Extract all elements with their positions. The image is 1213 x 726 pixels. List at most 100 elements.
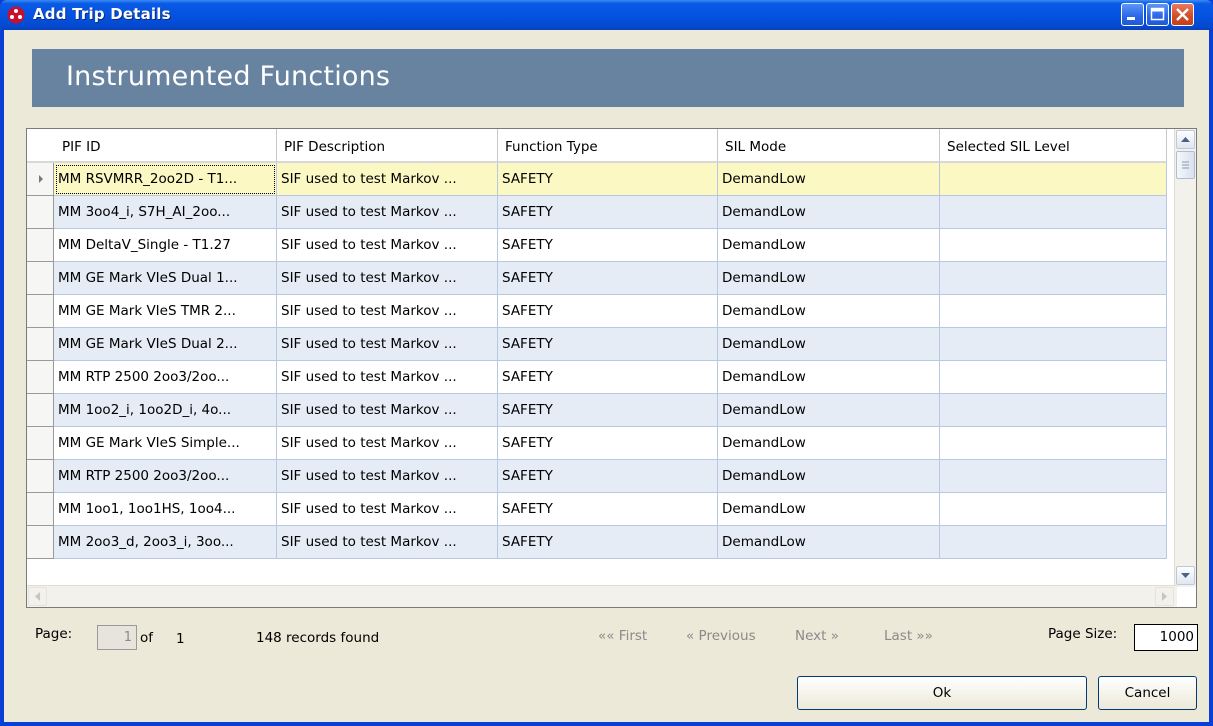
cell-pif-id[interactable]: MM RTP 2500 2oo3/2oo... bbox=[54, 460, 277, 493]
table-row[interactable]: MM GE Mark VIeS Dual 1... SIF used to te… bbox=[27, 262, 1167, 295]
cell-selected-sil-level[interactable] bbox=[940, 328, 1167, 361]
cell-function-type[interactable]: SAFETY bbox=[498, 163, 718, 196]
row-selector[interactable] bbox=[27, 493, 54, 526]
cell-pif-description[interactable]: SIF used to test Markov ... bbox=[277, 295, 498, 328]
cell-function-type[interactable]: SAFETY bbox=[498, 361, 718, 394]
scroll-down-button[interactable] bbox=[1176, 566, 1195, 585]
minimize-button[interactable] bbox=[1121, 3, 1144, 26]
maximize-button[interactable] bbox=[1146, 3, 1169, 26]
cell-function-type[interactable]: SAFETY bbox=[498, 295, 718, 328]
cell-sil-mode[interactable]: DemandLow bbox=[718, 295, 940, 328]
cancel-button[interactable]: Cancel bbox=[1098, 676, 1197, 710]
row-selector[interactable] bbox=[27, 427, 54, 460]
table-row[interactable]: MM 1oo1, 1oo1HS, 1oo4... SIF used to tes… bbox=[27, 493, 1167, 526]
column-header-sil-mode[interactable]: SIL Mode bbox=[718, 129, 940, 163]
cell-function-type[interactable]: SAFETY bbox=[498, 262, 718, 295]
cell-pif-description[interactable]: SIF used to test Markov ... bbox=[277, 163, 498, 196]
row-selector[interactable] bbox=[27, 262, 54, 295]
column-header-function-type[interactable]: Function Type bbox=[498, 129, 718, 163]
cell-function-type[interactable]: SAFETY bbox=[498, 394, 718, 427]
cell-sil-mode[interactable]: DemandLow bbox=[718, 460, 940, 493]
cell-function-type[interactable]: SAFETY bbox=[498, 328, 718, 361]
cell-selected-sil-level[interactable] bbox=[940, 163, 1167, 196]
row-selector[interactable] bbox=[27, 295, 54, 328]
cell-sil-mode[interactable]: DemandLow bbox=[718, 262, 940, 295]
cell-pif-id[interactable]: MM DeltaV_Single - T1.27 bbox=[54, 229, 277, 262]
cell-sil-mode[interactable]: DemandLow bbox=[718, 196, 940, 229]
cell-pif-id[interactable]: MM GE Mark VIeS Simple... bbox=[54, 427, 277, 460]
scroll-right-button[interactable] bbox=[1155, 587, 1174, 606]
row-selector[interactable] bbox=[27, 361, 54, 394]
row-selector[interactable] bbox=[27, 526, 54, 559]
cell-pif-description[interactable]: SIF used to test Markov ... bbox=[277, 196, 498, 229]
row-selector[interactable] bbox=[27, 394, 54, 427]
page-size-input[interactable]: 1000 bbox=[1134, 624, 1198, 651]
cell-pif-id[interactable]: MM GE Mark VIeS Dual 2... bbox=[54, 328, 277, 361]
cell-selected-sil-level[interactable] bbox=[940, 295, 1167, 328]
next-page-link[interactable]: Next » bbox=[795, 628, 839, 644]
cell-pif-id[interactable]: MM GE Mark VIeS Dual 1... bbox=[54, 262, 277, 295]
table-row[interactable]: MM DeltaV_Single - T1.27 SIF used to tes… bbox=[27, 229, 1167, 262]
column-header-pif-description[interactable]: PIF Description bbox=[277, 129, 498, 163]
vertical-scrollbar[interactable] bbox=[1174, 129, 1196, 587]
cell-pif-description[interactable]: SIF used to test Markov ... bbox=[277, 394, 498, 427]
column-header-selected-sil-level[interactable]: Selected SIL Level bbox=[940, 129, 1167, 163]
vertical-scroll-thumb[interactable] bbox=[1176, 151, 1195, 179]
cell-pif-id[interactable]: MM 2oo3_d, 2oo3_i, 3oo... bbox=[54, 526, 277, 559]
cell-sil-mode[interactable]: DemandLow bbox=[718, 229, 940, 262]
cell-pif-description[interactable]: SIF used to test Markov ... bbox=[277, 262, 498, 295]
row-selector[interactable] bbox=[27, 460, 54, 493]
cell-selected-sil-level[interactable] bbox=[940, 460, 1167, 493]
scroll-left-button[interactable] bbox=[28, 587, 47, 606]
row-selector[interactable] bbox=[27, 196, 54, 229]
cell-sil-mode[interactable]: DemandLow bbox=[718, 394, 940, 427]
cell-pif-id[interactable]: MM RTP 2500 2oo3/2oo... bbox=[54, 361, 277, 394]
cell-selected-sil-level[interactable] bbox=[940, 262, 1167, 295]
table-row[interactable]: MM RSVMRR_2oo2D - T1... SIF used to test… bbox=[27, 163, 1167, 196]
page-number-input[interactable]: 1 bbox=[97, 625, 137, 650]
row-selector[interactable] bbox=[27, 163, 54, 196]
cell-function-type[interactable]: SAFETY bbox=[498, 460, 718, 493]
cell-function-type[interactable]: SAFETY bbox=[498, 229, 718, 262]
cell-function-type[interactable]: SAFETY bbox=[498, 196, 718, 229]
previous-page-link[interactable]: « Previous bbox=[686, 628, 756, 644]
cell-selected-sil-level[interactable] bbox=[940, 229, 1167, 262]
cell-sil-mode[interactable]: DemandLow bbox=[718, 361, 940, 394]
last-page-link[interactable]: Last »» bbox=[884, 628, 933, 644]
cell-sil-mode[interactable]: DemandLow bbox=[718, 526, 940, 559]
table-row[interactable]: MM 2oo3_d, 2oo3_i, 3oo... SIF used to te… bbox=[27, 526, 1167, 559]
cell-sil-mode[interactable]: DemandLow bbox=[718, 493, 940, 526]
cell-pif-id[interactable]: MM 3oo4_i, S7H_AI_2oo... bbox=[54, 196, 277, 229]
horizontal-scrollbar[interactable] bbox=[27, 585, 1177, 607]
cell-selected-sil-level[interactable] bbox=[940, 526, 1167, 559]
scroll-up-button[interactable] bbox=[1176, 130, 1195, 149]
ok-button[interactable]: Ok bbox=[797, 676, 1087, 710]
cell-pif-description[interactable]: SIF used to test Markov ... bbox=[277, 328, 498, 361]
table-row[interactable]: MM RTP 2500 2oo3/2oo... SIF used to test… bbox=[27, 361, 1167, 394]
column-header-pif-id[interactable]: PIF ID bbox=[55, 129, 277, 163]
cell-selected-sil-level[interactable] bbox=[940, 361, 1167, 394]
cell-function-type[interactable]: SAFETY bbox=[498, 427, 718, 460]
cell-pif-description[interactable]: SIF used to test Markov ... bbox=[277, 526, 498, 559]
cell-pif-id[interactable]: MM GE Mark VIeS TMR 2... bbox=[54, 295, 277, 328]
cell-function-type[interactable]: SAFETY bbox=[498, 493, 718, 526]
cell-pif-id[interactable]: MM RSVMRR_2oo2D - T1... bbox=[54, 163, 277, 196]
table-row[interactable]: MM 3oo4_i, S7H_AI_2oo... SIF used to tes… bbox=[27, 196, 1167, 229]
first-page-link[interactable]: «« First bbox=[598, 628, 647, 644]
cell-selected-sil-level[interactable] bbox=[940, 394, 1167, 427]
cell-pif-id[interactable]: MM 1oo1, 1oo1HS, 1oo4... bbox=[54, 493, 277, 526]
cell-selected-sil-level[interactable] bbox=[940, 196, 1167, 229]
cell-pif-description[interactable]: SIF used to test Markov ... bbox=[277, 361, 498, 394]
row-selector[interactable] bbox=[27, 328, 54, 361]
table-row[interactable]: MM RTP 2500 2oo3/2oo... SIF used to test… bbox=[27, 460, 1167, 493]
cell-selected-sil-level[interactable] bbox=[940, 427, 1167, 460]
table-row[interactable]: MM 1oo2_i, 1oo2D_i, 4o... SIF used to te… bbox=[27, 394, 1167, 427]
title-bar[interactable]: Add Trip Details bbox=[0, 0, 1213, 30]
close-button[interactable] bbox=[1171, 3, 1194, 26]
row-selector[interactable] bbox=[27, 229, 54, 262]
cell-function-type[interactable]: SAFETY bbox=[498, 526, 718, 559]
table-row[interactable]: MM GE Mark VIeS Dual 2... SIF used to te… bbox=[27, 328, 1167, 361]
cell-pif-description[interactable]: SIF used to test Markov ... bbox=[277, 460, 498, 493]
cell-pif-description[interactable]: SIF used to test Markov ... bbox=[277, 427, 498, 460]
table-row[interactable]: MM GE Mark VIeS Simple... SIF used to te… bbox=[27, 427, 1167, 460]
